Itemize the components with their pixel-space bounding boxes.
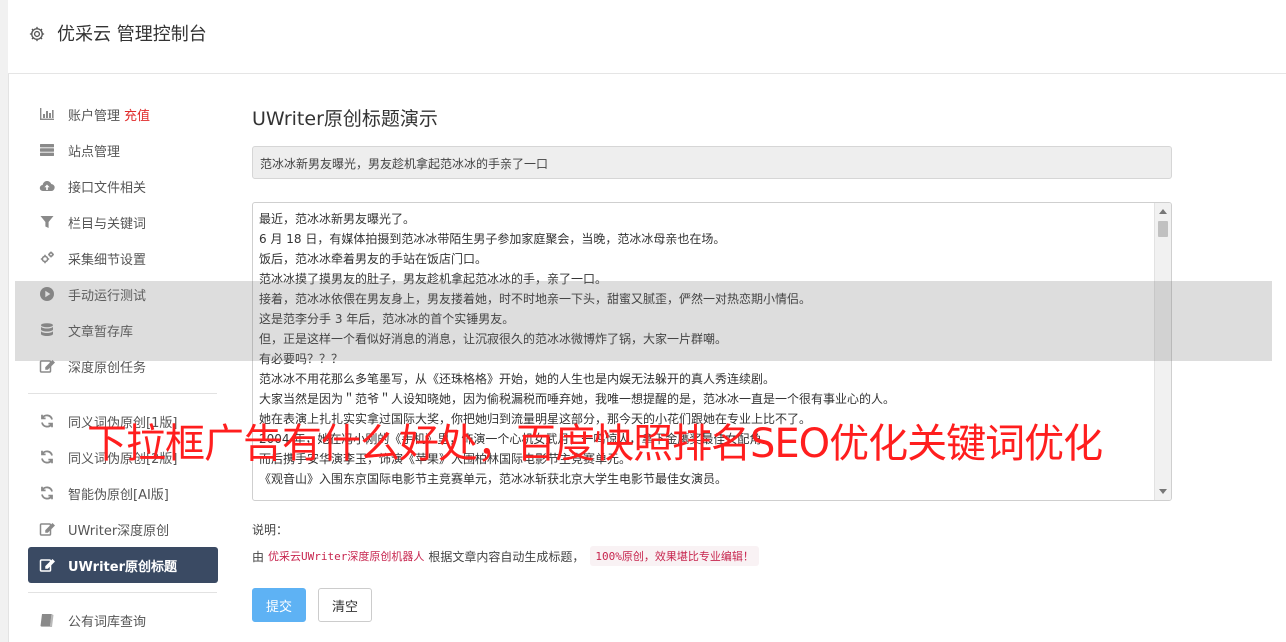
content-line: 范冰冰摸了摸男友的肚子，男友趁机拿起范冰冰的手，亲了一口。 bbox=[259, 272, 608, 286]
note-label: 说明： bbox=[252, 523, 289, 537]
content-line: 饭后，范冰冰牵着男友的手站在饭店门口。 bbox=[259, 252, 488, 266]
sidebar-item-label: 深度原创任务 bbox=[68, 360, 147, 376]
sidebar-item-label: UWriter原创标题 bbox=[68, 559, 177, 575]
sidebar-item-smart-ai[interactable]: 智能伪原创[AI版] bbox=[28, 475, 218, 511]
sidebar-item-article-storage[interactable]: 文章暂存库 bbox=[28, 312, 218, 348]
sidebar-item-interface-files[interactable]: 接口文件相关 bbox=[28, 168, 218, 204]
note-prefix: 由 bbox=[252, 549, 265, 564]
app-title: 优采云 管理控制台 bbox=[57, 24, 207, 45]
content-line: 这是范李分手 3 年后，范冰冰的首个实锤男友。 bbox=[259, 312, 515, 326]
sidebar-item-columns-keywords[interactable]: 栏目与关键词 bbox=[28, 204, 218, 240]
clear-button[interactable]: 清空 bbox=[318, 588, 372, 622]
sidebar-item-manual-test[interactable]: 手动运行测试 bbox=[28, 276, 218, 312]
sidebar-item-uwriter-title[interactable]: UWriter原创标题 bbox=[28, 547, 218, 583]
sidebar: 账户管理 充值 站点管理 接口文件相关 栏目与关键词 采集细节设置 手动运行测试… bbox=[28, 96, 218, 638]
sidebar-item-account[interactable]: 账户管理 充值 bbox=[28, 96, 218, 132]
sidebar-item-label: 智能伪原创[AI版] bbox=[68, 487, 169, 503]
database-icon bbox=[38, 321, 56, 339]
bar-chart-icon bbox=[38, 105, 56, 123]
scroll-down-icon[interactable] bbox=[1159, 489, 1167, 494]
sidebar-divider bbox=[28, 393, 217, 394]
sidebar-item-label: UWriter深度原创 bbox=[68, 523, 170, 539]
action-buttons: 提交 清空 bbox=[252, 588, 1172, 622]
note-middle: 根据文章内容自动生成标题， bbox=[428, 549, 585, 564]
content-line: 而后携手安华演李玉，饰演《苹果》入围柏林国际电影节主竞赛单元。 bbox=[259, 452, 632, 466]
scroll-up-icon[interactable] bbox=[1159, 209, 1167, 214]
content-line: 6 月 18 日，有媒体拍摄到范冰冰带陌生男子参加家庭聚会，当晚，范冰冰母亲也在… bbox=[259, 232, 726, 246]
content-line: 她在表演上扎扎实实拿过国际大奖，你把她归到流量明星这部分，那今天的小花们跟她在专… bbox=[259, 412, 812, 426]
top-header: 优采云 管理控制台 bbox=[8, 0, 1286, 74]
content-line: 有必要吗？？？ bbox=[259, 352, 344, 366]
content-line: 2004 年，她在冯小刚的《手机》里，饰演一个心机女武月，一鸣惊人，拿下金鹰奖最… bbox=[259, 432, 774, 446]
sidebar-item-label: 公有词库查询 bbox=[68, 614, 147, 630]
sidebar-divider bbox=[28, 592, 217, 593]
generated-title-field[interactable]: 范冰冰新男友曝光，男友趁机拿起范冰冰的手亲了一口 bbox=[252, 146, 1172, 179]
sidebar-item-label: 同义词伪原创[1版] bbox=[68, 415, 178, 431]
submit-button[interactable]: 提交 bbox=[252, 588, 306, 622]
sidebar-item-label: 同义词伪原创[2版] bbox=[68, 451, 178, 467]
cogs-icon bbox=[38, 249, 56, 267]
play-circle-icon bbox=[38, 285, 56, 303]
content-line: 最近，范冰冰新男友曝光了。 bbox=[259, 212, 416, 226]
refresh-icon bbox=[38, 448, 56, 466]
gear-icon bbox=[29, 26, 45, 42]
recharge-link[interactable]: 充值 bbox=[124, 105, 150, 124]
edit-icon bbox=[38, 520, 56, 538]
content-line: 接着，范冰冰依偎在男友身上，男友搂着她，时不时地亲一下头，甜蜜又腻歪，俨然一对热… bbox=[259, 292, 812, 306]
sidebar-item-label: 采集细节设置 bbox=[68, 252, 147, 268]
content-line: 范冰冰不用花那么多笔墨写，从《还珠格格》开始，她的人生也是内娱无法躲开的真人秀连… bbox=[259, 372, 776, 386]
content-line: 《观音山》入围东京国际电影节主竞赛单元，范冰冰斩获北京大学生电影节最佳女演员。 bbox=[259, 472, 728, 486]
edit-icon bbox=[38, 357, 56, 375]
article-content-textarea[interactable]: 最近，范冰冰新男友曝光了。 6 月 18 日，有媒体拍摄到范冰冰带陌生男子参加家庭… bbox=[252, 202, 1172, 501]
page-title: UWriter原创标题演示 bbox=[252, 108, 438, 130]
server-icon bbox=[38, 141, 56, 159]
book-icon bbox=[38, 611, 56, 629]
uwriter-robot-link[interactable]: 优采云UWriter深度原创机器人 bbox=[268, 548, 424, 564]
content-line: 但，正是这样一个看似好消息的消息，让沉寂很久的范冰冰微博炸了锅，大家一片群嘲。 bbox=[259, 332, 728, 346]
edit-icon bbox=[38, 556, 56, 574]
textarea-scrollbar[interactable] bbox=[1154, 203, 1171, 500]
main-content: UWriter原创标题演示 范冰冰新男友曝光，男友趁机拿起范冰冰的手亲了一口 最… bbox=[252, 104, 1172, 622]
content-line: 大家当然是因为＂范爷＂人设知晓她，因为偷税漏税而唾弃她，我唯一想提醒的是，范冰冰… bbox=[259, 392, 896, 406]
sidebar-item-collect-settings[interactable]: 采集细节设置 bbox=[28, 240, 218, 276]
sidebar-item-label: 手动运行测试 bbox=[68, 288, 147, 304]
sidebar-item-label: 账户管理 bbox=[68, 108, 121, 124]
article-content-text: 最近，范冰冰新男友曝光了。 6 月 18 日，有媒体拍摄到范冰冰带陌生男子参加家庭… bbox=[253, 203, 1171, 495]
sidebar-item-label: 接口文件相关 bbox=[68, 180, 147, 196]
original-badge: 100%原创，效果堪比专业编辑！ bbox=[590, 546, 759, 566]
sidebar-item-synonym-v1[interactable]: 同义词伪原创[1版] bbox=[28, 403, 218, 439]
sidebar-item-uwriter-deep[interactable]: UWriter深度原创 bbox=[28, 511, 218, 547]
filter-icon bbox=[38, 213, 56, 231]
scroll-thumb[interactable] bbox=[1158, 221, 1168, 237]
refresh-icon bbox=[38, 484, 56, 502]
sidebar-item-label: 文章暂存库 bbox=[68, 324, 134, 340]
sidebar-item-label: 站点管理 bbox=[68, 144, 121, 160]
sidebar-item-synonym-v2[interactable]: 同义词伪原创[2版] bbox=[28, 439, 218, 475]
cloud-upload-icon bbox=[38, 177, 56, 195]
sidebar-item-public-lexicon[interactable]: 公有词库查询 bbox=[28, 602, 218, 638]
sidebar-item-deep-original-task[interactable]: 深度原创任务 bbox=[28, 348, 218, 384]
sidebar-item-label: 栏目与关键词 bbox=[68, 216, 147, 232]
refresh-icon bbox=[38, 412, 56, 430]
sidebar-item-sites[interactable]: 站点管理 bbox=[28, 132, 218, 168]
note-text: 由 优采云UWriter深度原创机器人 根据文章内容自动生成标题， 100%原创… bbox=[252, 546, 1172, 566]
